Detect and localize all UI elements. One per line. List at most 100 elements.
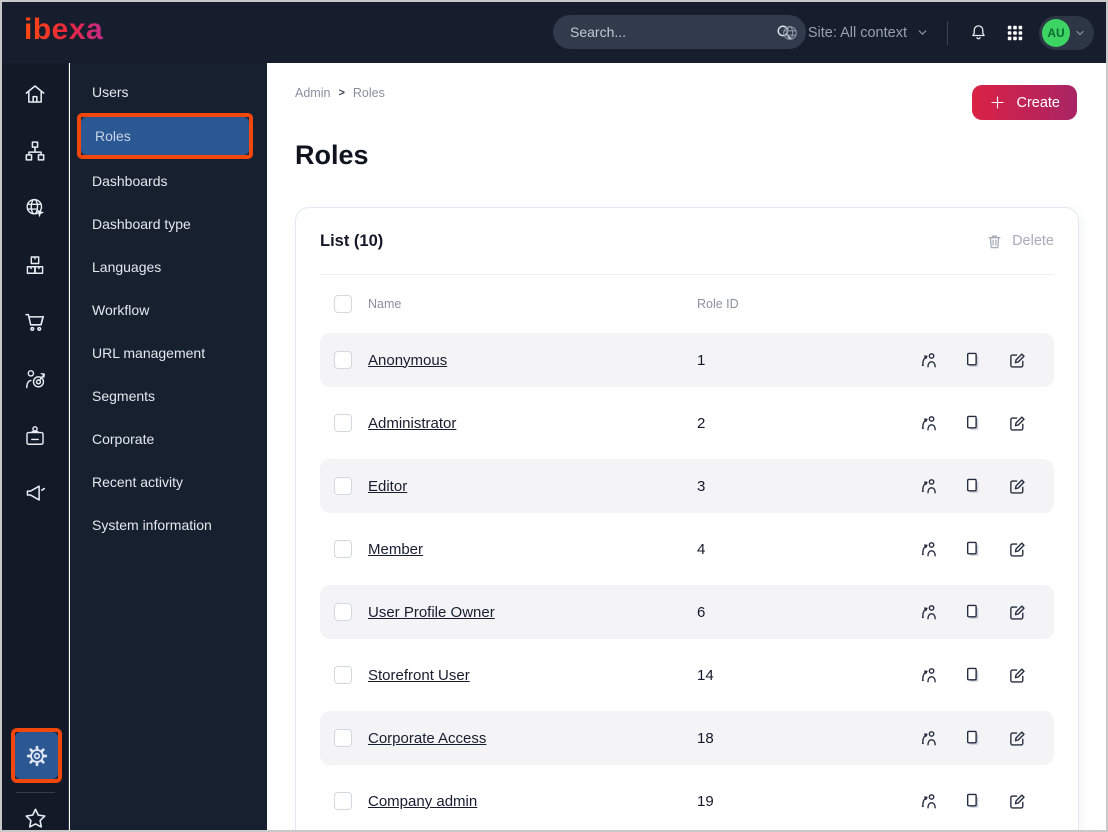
assign-role-button[interactable] xyxy=(917,411,941,435)
edit-role-button[interactable] xyxy=(1005,537,1029,561)
role-id-value: 18 xyxy=(697,729,714,747)
sidebar-commerce-button[interactable] xyxy=(2,293,68,350)
role-name-link[interactable]: Member xyxy=(368,541,697,558)
roles-list-card: List (10) Delete Name Role ID Anonymous … xyxy=(295,207,1079,830)
highlight-annotation-roles: Roles xyxy=(77,113,253,159)
edit-role-button[interactable] xyxy=(1005,726,1029,750)
sidebar-site-button[interactable] xyxy=(2,179,68,236)
sidebar-home-button[interactable] xyxy=(2,65,68,122)
side-menu-item-workflow[interactable]: Workflow xyxy=(70,288,267,331)
role-name-link[interactable]: Editor xyxy=(368,478,697,495)
edit-icon xyxy=(1010,353,1025,368)
row-checkbox[interactable] xyxy=(334,414,352,432)
assign-role-button[interactable] xyxy=(917,348,941,372)
assign-user-icon xyxy=(921,416,936,431)
assign-role-button[interactable] xyxy=(917,789,941,813)
user-menu[interactable]: AU xyxy=(1039,15,1094,50)
copy-role-button[interactable] xyxy=(961,600,985,624)
side-menu-item-dashboards[interactable]: Dashboards xyxy=(70,159,267,202)
assign-user-icon xyxy=(921,731,936,746)
sidebar-products-button[interactable] xyxy=(2,236,68,293)
row-actions xyxy=(917,600,1029,624)
copy-role-button[interactable] xyxy=(961,726,985,750)
side-menu-item-dashboard-type[interactable]: Dashboard type xyxy=(70,202,267,245)
row-checkbox[interactable] xyxy=(334,729,352,747)
table-row: Administrator 2 xyxy=(320,396,1054,450)
delete-button-label: Delete xyxy=(1012,233,1054,249)
list-title: List (10) xyxy=(320,231,384,250)
side-menu-item-languages[interactable]: Languages xyxy=(70,245,267,288)
notifications-button[interactable] xyxy=(966,20,991,45)
side-menu-item-recent-activity[interactable]: Recent activity xyxy=(70,460,267,503)
copy-icon xyxy=(966,478,979,493)
row-checkbox[interactable] xyxy=(334,792,352,810)
edit-role-button[interactable] xyxy=(1005,411,1029,435)
role-name-link[interactable]: Administrator xyxy=(368,415,697,432)
role-name-link[interactable]: Storefront User xyxy=(368,667,697,684)
sidebar-personalization-button[interactable] xyxy=(2,350,68,407)
row-checkbox[interactable] xyxy=(334,477,352,495)
copy-role-button[interactable] xyxy=(961,789,985,813)
sidebar-corporate-button[interactable] xyxy=(2,407,68,464)
role-name-link[interactable]: Company admin xyxy=(368,793,697,810)
sidebar-content-tree-button[interactable] xyxy=(2,122,68,179)
side-menu-item-segments[interactable]: Segments xyxy=(70,374,267,417)
edit-icon xyxy=(1010,605,1025,620)
role-id-value: 6 xyxy=(697,603,706,621)
select-all-checkbox[interactable] xyxy=(334,295,352,313)
copy-role-button[interactable] xyxy=(961,663,985,687)
role-name-link[interactable]: User Profile Owner xyxy=(368,604,697,621)
site-globe-icon xyxy=(26,198,45,217)
sidebar-marketing-button[interactable] xyxy=(2,464,68,521)
edit-role-button[interactable] xyxy=(1005,348,1029,372)
row-checkbox[interactable] xyxy=(334,540,352,558)
side-menu-item-corporate[interactable]: Corporate xyxy=(70,417,267,460)
apps-grid-button[interactable] xyxy=(1004,22,1026,44)
side-menu-item-url-management[interactable]: URL management xyxy=(70,331,267,374)
site-context-selector[interactable]: Site: All context xyxy=(781,24,929,42)
assign-role-button[interactable] xyxy=(917,474,941,498)
copy-role-button[interactable] xyxy=(961,411,985,435)
assign-role-button[interactable] xyxy=(917,600,941,624)
create-button[interactable]: Create xyxy=(972,85,1077,120)
delete-button[interactable]: Delete xyxy=(986,233,1054,250)
search-input[interactable] xyxy=(553,24,775,40)
row-checkbox[interactable] xyxy=(334,666,352,684)
copy-role-button[interactable] xyxy=(961,474,985,498)
copy-role-button[interactable] xyxy=(961,537,985,561)
side-menu-item-users[interactable]: Users xyxy=(70,70,267,113)
role-id-value: 3 xyxy=(697,477,706,495)
side-menu-item-label: Recent activity xyxy=(92,473,184,490)
chevron-down-icon xyxy=(1076,30,1084,35)
assign-user-icon xyxy=(921,605,936,620)
copy-icon xyxy=(966,415,979,430)
assign-role-button[interactable] xyxy=(917,537,941,561)
side-menu-item-roles[interactable]: Roles xyxy=(81,117,249,155)
sidebar-admin-settings-button[interactable] xyxy=(15,732,58,779)
edit-role-button[interactable] xyxy=(1005,600,1029,624)
breadcrumb-item-roles[interactable]: Roles xyxy=(353,86,385,100)
breadcrumb-item-admin[interactable]: Admin xyxy=(295,86,330,100)
copy-icon xyxy=(966,352,979,367)
edit-role-button[interactable] xyxy=(1005,474,1029,498)
role-name-link[interactable]: Anonymous xyxy=(368,352,697,369)
assign-user-icon xyxy=(921,479,936,494)
side-menu-item-system-information[interactable]: System information xyxy=(70,503,267,546)
assign-role-button[interactable] xyxy=(917,726,941,750)
table-row: Corporate Access 18 xyxy=(320,711,1054,765)
table-row: Member 4 xyxy=(320,522,1054,576)
row-actions xyxy=(917,726,1029,750)
edit-role-button[interactable] xyxy=(1005,663,1029,687)
row-checkbox[interactable] xyxy=(334,351,352,369)
copy-role-button[interactable] xyxy=(961,348,985,372)
role-name-link[interactable]: Corporate Access xyxy=(368,730,697,747)
assign-role-button[interactable] xyxy=(917,663,941,687)
page-title: Roles xyxy=(295,140,369,170)
edit-role-button[interactable] xyxy=(1005,789,1029,813)
copy-icon xyxy=(966,541,979,556)
row-checkbox[interactable] xyxy=(334,603,352,621)
copy-icon xyxy=(966,793,979,808)
sidebar-bookmarks-button[interactable] xyxy=(10,798,60,830)
grid-icon xyxy=(1007,25,1023,40)
table-body: Anonymous 1 Administrator 2 Editor 3 Mem… xyxy=(320,333,1054,828)
